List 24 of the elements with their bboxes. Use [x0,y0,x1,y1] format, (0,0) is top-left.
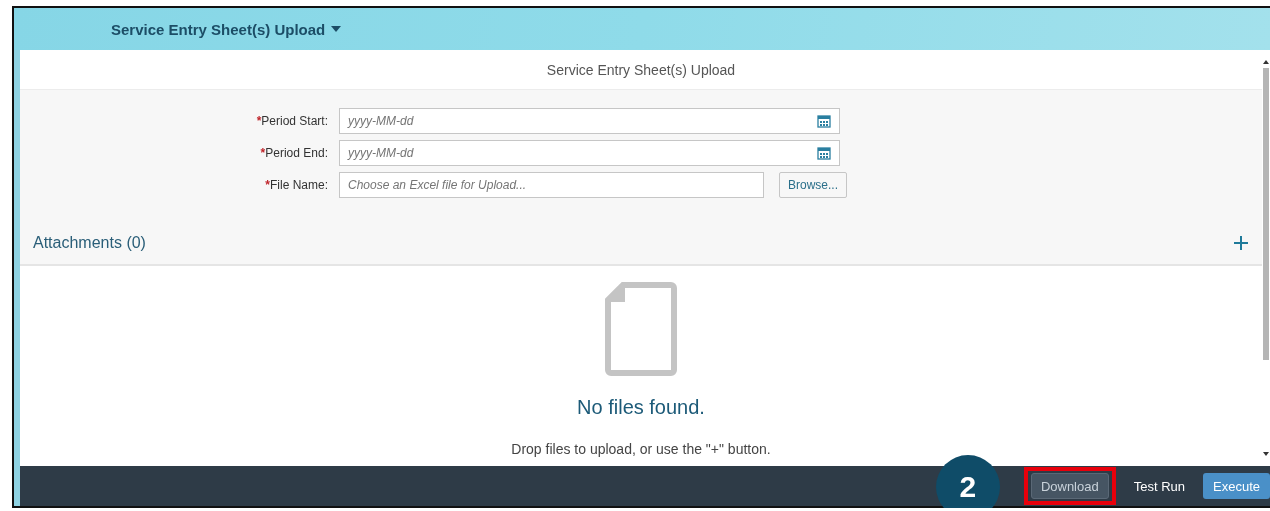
field-label: *Period Start: [255,114,328,128]
field-label: *Period End: [259,146,328,160]
document-icon [605,282,677,376]
attachments-title: Attachments (0) [33,234,146,252]
add-icon[interactable] [1234,236,1248,250]
execute-button[interactable]: Execute [1203,473,1270,499]
step-badge: 2 [935,455,1000,508]
date-field[interactable]: yyyy-MM-dd [339,140,840,166]
date-field[interactable]: yyyy-MM-dd [339,108,840,134]
app-title[interactable]: Service Entry Sheet(s) Upload [111,20,342,38]
file-name-field[interactable]: Choose an Excel file for Upload... [339,172,764,198]
calendar-icon[interactable] [817,114,831,128]
footer-button[interactable]: Test Run [1123,473,1195,499]
scroll-down-icon[interactable] [1263,452,1269,456]
browse-button[interactable]: Browse... [779,172,847,198]
field-label: *File Name: [264,178,328,192]
footer-button[interactable]: Download [1030,473,1109,499]
scroll-up-icon[interactable] [1263,60,1269,64]
page-title: Service Entry Sheet(s) Upload [546,61,736,78]
empty-state-title: No files found. [577,396,705,419]
calendar-icon[interactable] [817,146,831,160]
empty-state-hint: Drop files to upload, or use the "+" button. [511,441,771,457]
dropdown-caret-icon[interactable] [331,26,342,32]
scrollbar-thumb[interactable] [1263,68,1269,360]
